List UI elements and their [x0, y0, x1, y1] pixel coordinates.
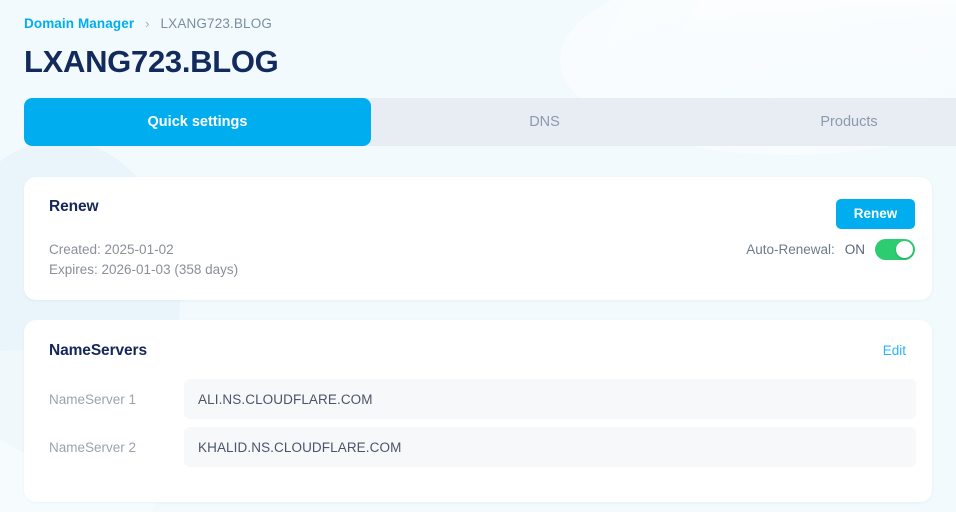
tab-products-label: Products: [820, 114, 878, 131]
nameserver-rows: NameServer 1 NameServer 2: [49, 379, 916, 468]
expires-date: Expires: 2026-01-03 (358 days): [49, 261, 239, 277]
breadcrumb-link-domain-manager[interactable]: Domain Manager: [24, 17, 134, 31]
tab-bar: Quick settings DNS Products: [24, 98, 956, 147]
tab-dns[interactable]: DNS: [371, 98, 718, 146]
nameserver-1-label: NameServer 1: [49, 391, 137, 407]
auto-renewal-state: ON: [844, 242, 865, 258]
page-title: LXANG723.BLOG: [24, 43, 279, 79]
chevron-right-icon: ›: [145, 16, 150, 32]
edit-nameservers-link[interactable]: Edit: [883, 343, 906, 358]
breadcrumb: Domain Manager › LXANG723.BLOG: [24, 0, 932, 31]
nameserver-row: NameServer 2: [49, 427, 916, 468]
tab-quick-settings-label: Quick settings: [147, 114, 248, 131]
nameservers-card: NameServers Edit NameServer 1 NameServer…: [24, 320, 932, 503]
auto-renewal-toggle[interactable]: [875, 239, 915, 261]
renew-button[interactable]: Renew: [836, 199, 915, 230]
renew-card: Renew Created: 2025-01-02 Expires: 2026-…: [24, 177, 932, 301]
tab-products[interactable]: Products: [718, 98, 956, 146]
nameserver-2-label: NameServer 2: [49, 439, 137, 455]
page-container: Domain Manager › LXANG723.BLOG LXANG723.…: [0, 0, 956, 503]
breadcrumb-current: LXANG723.BLOG: [160, 16, 273, 31]
nameserver-2-input[interactable]: [184, 427, 916, 468]
nameserver-1-input[interactable]: [184, 379, 916, 420]
nameservers-card-title: NameServers: [49, 342, 148, 360]
tab-dns-label: DNS: [529, 114, 560, 131]
tab-quick-settings[interactable]: Quick settings: [24, 98, 371, 147]
auto-renewal-row: Auto-Renewal: ON: [746, 239, 915, 261]
renew-card-title: Renew: [49, 198, 99, 216]
toggle-knob: [896, 241, 913, 259]
auto-renewal-label: Auto-Renewal:: [746, 242, 835, 258]
nameserver-row: NameServer 1: [49, 379, 916, 420]
